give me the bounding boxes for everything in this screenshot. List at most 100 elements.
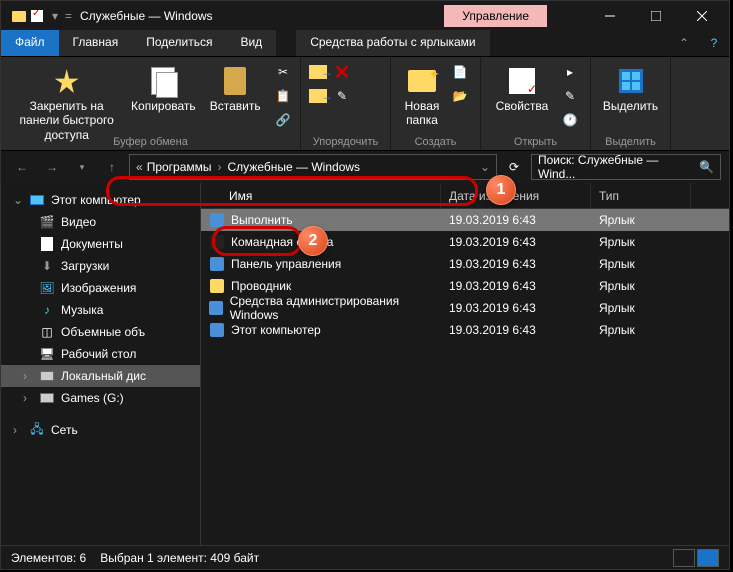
download-icon: ⬇ <box>39 258 55 274</box>
cube-icon: ◫ <box>39 324 55 340</box>
network-icon: 🖧 <box>29 422 45 438</box>
tree-desktop[interactable]: 🖥Рабочий стол <box>1 343 200 365</box>
tree-3d-objects[interactable]: ◫Объемные объ <box>1 321 200 343</box>
file-list: Имя Дата изменения Тип Выполнить 19.03.2… <box>201 183 729 545</box>
qat-dropdown-icon[interactable]: ▾ <box>47 8 63 24</box>
copy-button[interactable]: Копировать <box>128 61 198 146</box>
column-name[interactable]: Имя <box>201 183 441 208</box>
close-button[interactable] <box>679 1 725 31</box>
help-icon[interactable]: ? <box>699 30 729 56</box>
back-button[interactable]: ← <box>9 154 35 180</box>
properties-label: Свойства <box>496 99 549 113</box>
copy-path-icon[interactable]: 📋 <box>272 85 294 107</box>
view-icons-button[interactable] <box>697 549 719 567</box>
this-pc-icon <box>209 322 225 338</box>
open-group-label: Открыть <box>481 136 590 148</box>
tree-downloads[interactable]: ⬇Загрузки <box>1 255 200 277</box>
tree-videos[interactable]: 🎬Видео <box>1 211 200 233</box>
clipboard-group-label: Буфер обмена <box>1 136 300 148</box>
pin-button[interactable]: Закрепить на панели быстрого доступа <box>7 61 126 146</box>
quick-access-toolbar: ▾ <box>5 8 63 24</box>
new-folder-button[interactable]: Новая папка <box>397 61 447 146</box>
recent-dropdown-icon[interactable]: ▾ <box>69 154 95 180</box>
tree-music[interactable]: ♪Музыка <box>1 299 200 321</box>
titlebar: ▾ = Служебные — Windows Управление <box>1 1 729 31</box>
history-icon[interactable]: 🕐 <box>559 109 581 131</box>
properties-button[interactable]: Свойства <box>487 61 557 146</box>
chevron-right-icon[interactable]: › <box>216 160 224 174</box>
desktop-icon: 🖥 <box>39 346 55 362</box>
chevron-right-icon[interactable]: › <box>23 391 33 405</box>
column-date[interactable]: Дата изменения <box>441 183 591 208</box>
up-button[interactable]: ↑ <box>99 154 125 180</box>
cmd-icon <box>209 234 225 250</box>
file-row[interactable]: Средства администрирования Windows 19.03… <box>201 297 729 319</box>
document-icon <box>39 236 55 252</box>
move-to-icon[interactable] <box>307 61 329 83</box>
address-dropdown-icon[interactable]: ⌄ <box>480 160 490 174</box>
easy-access-icon[interactable]: 📂 <box>449 85 471 107</box>
organize-group-label: Упорядочить <box>301 136 390 148</box>
forward-button[interactable]: → <box>39 154 65 180</box>
delete-icon[interactable]: ✕ <box>331 61 353 83</box>
management-contextual-tab[interactable]: Управление <box>444 5 547 27</box>
chevron-right-icon[interactable]: › <box>23 369 33 383</box>
file-row[interactable]: Выполнить 19.03.2019 6:43 Ярлык <box>201 209 729 231</box>
breadcrumb-seg-2[interactable]: Служебные — Windows <box>224 160 365 174</box>
status-count: Элементов: 6 <box>11 551 86 565</box>
tree-local-disk[interactable]: ›Локальный дис <box>1 365 200 387</box>
home-tab[interactable]: Главная <box>59 30 133 56</box>
explorer-window: ▾ = Служебные — Windows Управление Файл … <box>0 0 730 570</box>
new-group: Новая папка 📄 📂 Создать <box>391 57 481 150</box>
new-item-icon[interactable]: 📄 <box>449 61 471 83</box>
minimize-button[interactable] <box>587 1 633 31</box>
explorer-icon <box>209 278 225 294</box>
shortcut-tools-tab[interactable]: Средства работы с ярлыками <box>296 30 489 56</box>
cut-icon[interactable]: ✂ <box>272 61 294 83</box>
address-bar[interactable]: « Программы › Служебные — Windows ⌄ <box>129 154 497 180</box>
file-tab[interactable]: Файл <box>1 30 59 56</box>
address-row: ← → ▾ ↑ « Программы › Служебные — Window… <box>1 151 729 183</box>
chevron-right-icon[interactable]: › <box>13 423 23 437</box>
run-icon <box>209 212 225 228</box>
paste-button[interactable]: Вставить <box>200 61 270 146</box>
open-icon[interactable]: ▸ <box>559 61 581 83</box>
share-tab[interactable]: Поделиться <box>132 30 226 56</box>
window-controls <box>587 1 725 31</box>
chevron-down-icon[interactable]: ⌄ <box>13 193 23 207</box>
tree-games-disk[interactable]: ›Games (G:) <box>1 387 200 409</box>
properties-icon[interactable] <box>29 8 45 24</box>
file-row[interactable]: Этот компьютер 19.03.2019 6:43 Ярлык <box>201 319 729 341</box>
status-selection: Выбран 1 элемент: 409 байт <box>100 551 259 565</box>
video-icon: 🎬 <box>39 214 55 230</box>
column-type[interactable]: Тип <box>591 183 691 208</box>
rename-icon[interactable]: ✎ <box>331 85 353 107</box>
view-details-button[interactable] <box>673 549 695 567</box>
copy-to-icon[interactable] <box>307 85 329 107</box>
tree-pictures[interactable]: 🖼Изображения <box>1 277 200 299</box>
edit-icon[interactable]: ✎ <box>559 85 581 107</box>
tree-this-pc[interactable]: ⌄ Этот компьютер <box>1 189 200 211</box>
select-button[interactable]: Выделить <box>597 61 664 146</box>
navigation-pane: ⌄ Этот компьютер 🎬Видео Документы ⬇Загру… <box>1 183 201 545</box>
search-placeholder: Поиск: Служебные — Wind... <box>538 153 699 181</box>
breadcrumb-back-icon[interactable]: « <box>136 160 143 174</box>
search-input[interactable]: Поиск: Служебные — Wind... 🔍 <box>531 154 721 180</box>
paste-label: Вставить <box>210 99 261 113</box>
disk-icon <box>39 390 55 406</box>
search-icon[interactable]: 🔍 <box>699 160 714 174</box>
pc-icon <box>29 192 45 208</box>
collapse-ribbon-icon[interactable]: ⌃ <box>669 30 699 56</box>
tree-documents[interactable]: Документы <box>1 233 200 255</box>
file-row[interactable]: Командная строка 19.03.2019 6:43 Ярлык <box>201 231 729 253</box>
select-label: Выделить <box>603 99 658 113</box>
tree-network[interactable]: ›🖧Сеть <box>1 419 200 441</box>
paste-shortcut-icon[interactable]: 🔗 <box>272 109 294 131</box>
select-group-label: Выделить <box>591 136 670 148</box>
marker-2: 2 <box>298 226 328 256</box>
maximize-button[interactable] <box>633 1 679 31</box>
file-row[interactable]: Панель управления 19.03.2019 6:43 Ярлык <box>201 253 729 275</box>
breadcrumb-seg-1[interactable]: Программы <box>143 160 216 174</box>
view-tab[interactable]: Вид <box>226 30 276 56</box>
ribbon: Закрепить на панели быстрого доступа Коп… <box>1 57 729 151</box>
